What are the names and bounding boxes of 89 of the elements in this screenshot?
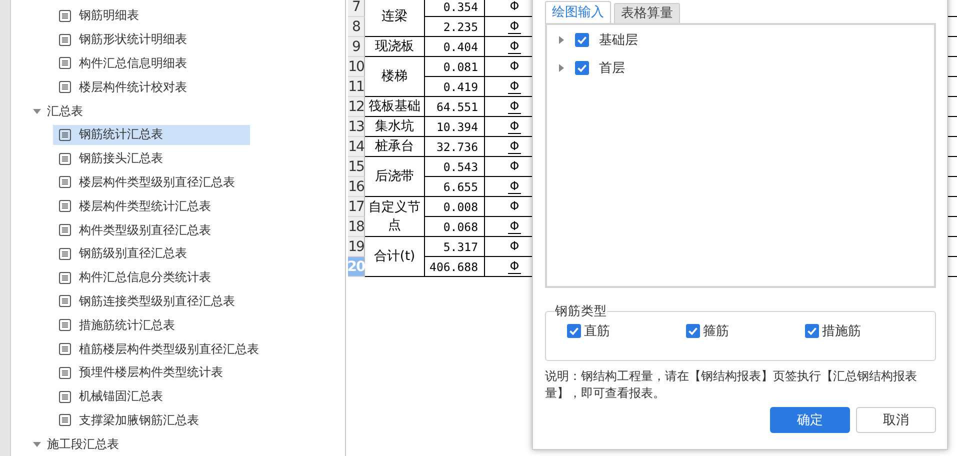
confirm-button[interactable]: 确定 [770,407,850,433]
tree-item[interactable]: 支撑梁加腋钢筋汇总表 [53,410,250,430]
checkbox-label: 直筋 [584,323,610,340]
tree-item[interactable]: 构件类型级别直径汇总表 [53,220,250,240]
document-icon [59,57,71,70]
tree-item[interactable]: 措施筋统计汇总表 [53,315,250,336]
table-cell: 64.551 [425,97,485,117]
tree-item[interactable]: 钢筋形状统计明细表 [53,30,250,50]
document-icon [59,224,71,236]
document-icon [59,128,71,141]
table-cell: 406.688 [425,257,485,277]
tab[interactable]: 绘图输入 [545,1,611,23]
row-number[interactable]: 19 [348,237,365,257]
checkbox[interactable] [805,324,819,338]
table-cell: 5.317 [425,237,485,257]
table-cell: 0.404 [425,37,485,57]
row-number[interactable]: 14 [348,137,365,157]
tree-item[interactable]: 钢筋明细表 [53,6,250,26]
tree-item[interactable]: 植筋楼层构件类型级别直径汇总表 [53,339,265,360]
note-text: 说明：钢结构工程量，请在【钢结构报表】页签执行【汇总钢结构报表量】，即可查看报表。 [545,368,918,402]
rebar-grade-symbol: Φ [510,0,520,13]
document-icon [59,414,71,426]
tree-item[interactable]: 钢筋连接类型级别直径汇总表 [53,291,250,312]
row-number[interactable]: 7 [348,0,365,17]
row-number[interactable]: 12 [348,97,365,117]
row-number[interactable]: 10 [348,57,365,77]
tree-item[interactable]: 机械锚固汇总表 [53,386,250,407]
expand-arrow-icon[interactable] [557,36,565,44]
document-icon [59,10,71,22]
row-number[interactable]: 9 [348,37,365,57]
row-number[interactable]: 13 [348,117,365,137]
floor-label: 首层 [599,60,625,77]
cancel-button[interactable]: 取消 [856,407,936,433]
table-cell: 0.419 [425,77,485,97]
checkbox-label: 措施筋 [822,323,861,340]
row-number[interactable]: 11 [348,77,365,97]
expand-arrow-icon[interactable] [33,107,41,116]
document-icon [59,81,71,94]
checkbox-label: 箍筋 [703,323,729,340]
row-number[interactable]: 17 [348,197,365,217]
table-cell: 0.354 [425,0,485,17]
document-icon [59,248,71,260]
table-cell: 0.543 [425,157,485,177]
tree-item[interactable]: 钢筋接头汇总表 [53,148,250,169]
document-icon [59,390,71,403]
row-number[interactable]: 15 [348,157,365,177]
rebar-grade-symbol: Φ [510,200,520,213]
floor-label: 基础层 [599,32,638,49]
checkbox[interactable] [575,61,589,75]
table-cell: 6.655 [425,177,485,197]
tree-item[interactable]: 预埋件楼层构件类型统计表 [53,362,250,383]
document-icon [59,200,71,212]
tree-item[interactable]: 楼层构件类型统计汇总表 [53,196,250,216]
document-icon [59,319,71,332]
rebar-grade-symbol: Φ [510,240,520,253]
scrollbar-track[interactable] [0,0,11,456]
table-cell: 2.235 [425,17,485,37]
tree-group-label[interactable]: 施工段汇总表 [47,436,119,453]
table-cell: 0.081 [425,57,485,77]
rebar-grade-symbol: Φ [510,160,520,173]
document-icon [59,34,71,46]
expand-arrow-icon[interactable] [557,64,565,72]
table-cell: 0.068 [425,217,485,237]
checkbox[interactable] [575,33,589,47]
document-icon [59,152,71,165]
row-number[interactable]: 8 [348,17,365,37]
rebar-grade-symbol: Φ [510,60,520,73]
document-icon [59,176,71,188]
checkbox[interactable] [567,324,581,338]
table-cell: 0.008 [425,197,485,217]
tree-group-label[interactable]: 汇总表 [47,102,83,120]
tree-item[interactable]: 楼层构件类型级别直径汇总表 [53,172,250,192]
group-title: 钢筋类型 [555,303,607,320]
document-icon [59,272,71,284]
document-icon [59,343,71,356]
tree-item[interactable]: 构件汇总信息分类统计表 [53,268,250,288]
row-number[interactable]: 18 [348,217,365,237]
table-cell: 32.736 [425,137,485,157]
tab[interactable]: 表格算量 [614,3,680,23]
row-number[interactable]: 16 [348,177,365,197]
document-icon [59,366,71,379]
checkbox[interactable] [686,324,700,338]
table-cell: 10.394 [425,117,485,137]
document-icon [59,295,71,308]
tree-item[interactable]: 楼层构件统计校对表 [53,77,250,98]
tree-item[interactable]: 钢筋级别直径汇总表 [53,244,250,264]
tree-item[interactable]: 钢筋统计汇总表 [53,124,250,145]
expand-arrow-icon[interactable] [33,440,41,448]
tree-item[interactable]: 构件汇总信息明细表 [53,53,250,74]
